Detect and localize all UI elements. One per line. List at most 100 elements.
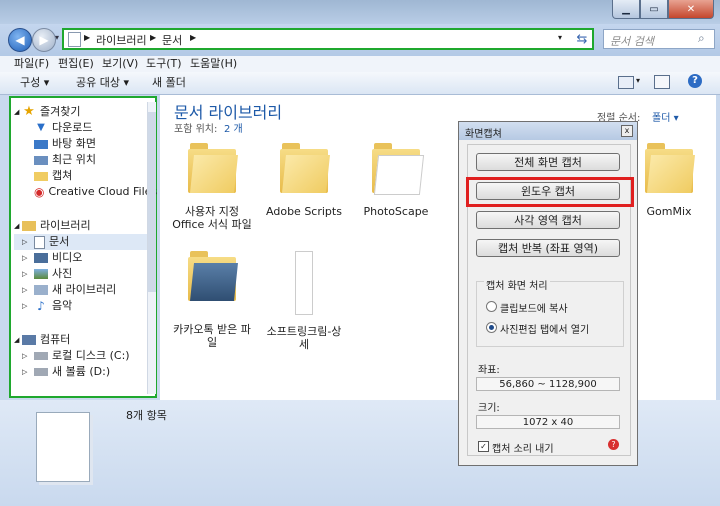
kakao-folder-icon (188, 251, 238, 301)
preview-pane-icon[interactable] (654, 75, 670, 89)
view-options-icon[interactable] (618, 76, 634, 89)
search-placeholder: 문서 검색 (610, 35, 654, 48)
expand-arrow-icon[interactable]: ▷ (22, 234, 34, 250)
help-icon[interactable]: ? (688, 74, 702, 88)
nav-libraries[interactable]: ◢ 라이브러리 (14, 218, 152, 234)
nav-item-new-library[interactable]: ▷ 새 라이브러리 (14, 282, 152, 298)
library-icon (68, 32, 81, 47)
includes-locations-link[interactable]: 2 개 (224, 120, 243, 135)
capture-sound-checkbox[interactable]: ✓ (478, 441, 489, 452)
menu-file[interactable]: 파일(F) (14, 56, 49, 72)
file-item[interactable]: 사용자 지정 Office 서식 파일 (170, 143, 254, 231)
full-screen-capture-button[interactable]: 전체 화면 캡처 (476, 153, 620, 171)
back-arrow-icon: ◀ (15, 33, 25, 47)
collapse-arrow-icon[interactable]: ◢ (14, 218, 22, 234)
folder-icon (280, 143, 330, 193)
breadcrumb-separator: ▶ (190, 33, 197, 42)
expand-arrow-icon[interactable]: ▷ (22, 282, 34, 298)
organize-button[interactable]: 구성 ▾ (20, 75, 49, 91)
share-with-button[interactable]: 공유 대상 ▾ (76, 75, 129, 91)
recent-pages-dropdown[interactable]: ▾ (55, 33, 59, 42)
nav-item-downloads[interactable]: ▼ 다운로드 (14, 120, 152, 136)
expand-arrow-icon[interactable]: ▷ (22, 250, 34, 266)
library-icon (34, 285, 48, 295)
area-capture-button[interactable]: 사각 영역 캡처 (476, 211, 620, 229)
image-thumbnail-icon (295, 251, 313, 315)
video-icon (34, 253, 48, 263)
nav-item-label: 문서 (49, 235, 70, 248)
expand-arrow-icon[interactable]: ▷ (22, 348, 34, 364)
file-item[interactable]: 카카오톡 받은 파일 (170, 251, 254, 349)
nav-item-documents[interactable]: ▷ 문서 (14, 234, 152, 250)
download-folder-icon: ▼ (37, 122, 45, 133)
editor-option-label: 사진편집 탭에서 열기 (500, 325, 590, 336)
back-button[interactable]: ◀ (8, 28, 32, 52)
address-history-dropdown[interactable]: ▾ (558, 33, 562, 42)
menu-tools[interactable]: 도구(T) (146, 56, 182, 72)
nav-item-volume-d[interactable]: ▷ 새 볼륨 (D:) (14, 364, 152, 380)
repeat-capture-button[interactable]: 캡처 반복 (좌표 영역) (476, 239, 620, 257)
computer-icon (22, 335, 36, 345)
close-button[interactable]: ✕ (668, 0, 714, 19)
menu-view[interactable]: 보기(V) (102, 56, 138, 72)
folder-icon (34, 171, 48, 181)
nav-item-creative-cloud[interactable]: ◉ Creative Cloud Files (14, 184, 157, 200)
nav-favorites[interactable]: ◢ ★ 즐겨찾기 (14, 104, 152, 120)
size-label: 크기: (478, 403, 500, 414)
sort-dropdown[interactable]: 폴더 ▾ (652, 109, 679, 124)
nav-item-pictures[interactable]: ▷ 사진 (14, 266, 152, 282)
expand-arrow-icon[interactable]: ▷ (22, 364, 34, 380)
breadcrumb-documents[interactable]: 문서 (162, 32, 182, 48)
help-icon[interactable]: ? (608, 439, 619, 450)
scrollbar-thumb[interactable] (148, 112, 156, 292)
nav-computer[interactable]: ◢ 컴퓨터 (14, 332, 152, 348)
capture-sound-label: 캡처 소리 내기 (492, 444, 554, 455)
address-bar[interactable]: ▶ 라이브러리 ▶ 문서 ▶ ▾ (62, 28, 594, 50)
nav-item-desktop[interactable]: 바탕 화면 (14, 136, 152, 152)
photoscape-folder-icon (372, 143, 425, 195)
file-name: PhotoScape (363, 205, 429, 218)
clipboard-radio[interactable] (486, 301, 497, 312)
file-item[interactable]: GomMix (634, 143, 704, 218)
collapse-arrow-icon[interactable]: ◢ (14, 332, 22, 348)
nav-favorites-label: 즐겨찾기 (40, 105, 81, 118)
nav-item-videos[interactable]: ▷ 비디오 (14, 250, 152, 266)
editor-radio[interactable] (486, 322, 497, 333)
file-item[interactable]: 소프트링크림-상세 (262, 251, 346, 351)
nav-item-recent[interactable]: 최근 위치 (14, 152, 152, 168)
nav-item-music[interactable]: ▷ ♪ 음악 (14, 298, 152, 314)
nav-item-capture[interactable]: 캡쳐 (14, 168, 152, 184)
item-count: 8개 항목 (126, 409, 167, 422)
breadcrumb-libraries[interactable]: 라이브러리 (96, 32, 147, 48)
expand-arrow-icon[interactable]: ▷ (22, 266, 34, 282)
nav-item-label: 최근 위치 (52, 153, 96, 166)
folder-icon (645, 143, 695, 193)
nav-libraries-label: 라이브러리 (40, 219, 91, 232)
window-capture-button[interactable]: 윈도우 캡처 (476, 182, 620, 200)
refresh-button[interactable]: ⇆ (572, 30, 592, 48)
size-value: 1072 x 40 (476, 415, 620, 429)
refresh-icon: ⇆ (576, 31, 588, 47)
minimize-button[interactable]: ▁ (612, 0, 640, 19)
breadcrumb-separator: ▶ (150, 33, 157, 42)
expand-arrow-icon[interactable]: ▷ (22, 298, 34, 314)
includes-label: 포함 위치: (174, 124, 218, 135)
dialog-close-button[interactable]: x (621, 125, 633, 137)
file-item[interactable]: Adobe Scripts (262, 143, 346, 218)
forward-button[interactable]: ▶ (32, 28, 56, 52)
nav-item-local-disk[interactable]: ▷ 로컬 디스크 (C:) (14, 348, 152, 364)
menu-edit[interactable]: 편집(E) (58, 56, 94, 72)
nav-scrollbar[interactable] (147, 102, 156, 394)
file-item[interactable]: PhotoScape (354, 143, 438, 218)
nav-item-label: 바탕 화면 (52, 137, 96, 150)
menu-help[interactable]: 도움말(H) (190, 56, 237, 72)
file-name: Adobe Scripts (266, 205, 342, 218)
view-options-dropdown[interactable]: ▾ (636, 76, 640, 85)
search-input[interactable]: 문서 검색 ⌕ (603, 29, 715, 49)
folder-icon (188, 143, 238, 193)
window-controls: ▁ ▭ ✕ (612, 0, 714, 20)
maximize-button[interactable]: ▭ (640, 0, 668, 19)
file-name: 소프트링크림-상세 (266, 325, 342, 351)
collapse-arrow-icon[interactable]: ◢ (14, 104, 22, 120)
new-folder-button[interactable]: 새 폴더 (152, 75, 186, 91)
